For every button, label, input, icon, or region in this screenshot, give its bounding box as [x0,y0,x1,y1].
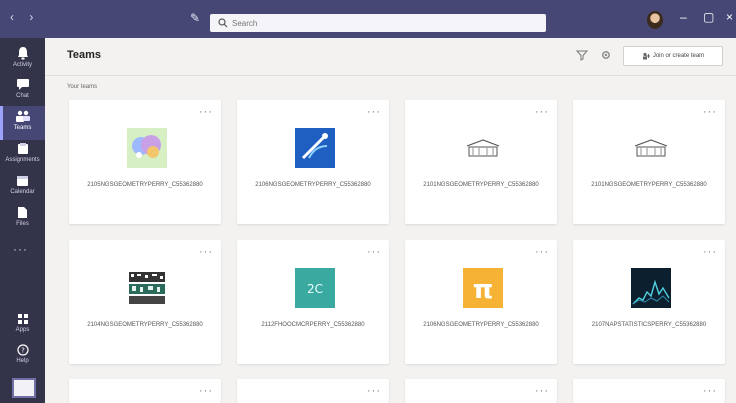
rail-label: Help [16,358,29,364]
rail-label: Assignments [5,157,40,163]
rail-item-help[interactable]: ? Help [8,344,37,370]
tile-initials: 2C [307,282,323,296]
team-card[interactable]: ··· [69,379,221,403]
team-name: 2104NGSGEOMETRYPERRY_C55362880 [87,322,203,328]
close-icon[interactable]: × [726,10,733,24]
more-options-icon[interactable]: ··· [199,106,213,118]
compose-icon[interactable]: ✎ [190,11,206,25]
maximize-icon[interactable]: ▢ [703,10,714,24]
rail-item-teams[interactable]: Teams [0,106,45,140]
team-card[interactable]: ··· [237,379,389,403]
rail-item-files[interactable]: Files [0,202,45,236]
rail-label: Chat [16,93,29,99]
history-nav[interactable]: ‹ › [10,10,39,24]
team-card[interactable]: ··· 2107NAPSTATISTICSPERRY_C55362880 [573,240,725,364]
team-card[interactable]: ··· π 2106NGSGEOMETRYPERRY_C55362880 [405,240,557,364]
svg-text:?: ? [21,347,25,355]
rail-label: Apps [15,327,30,333]
team-card[interactable]: ··· 2105NGSGEOMETRYPERRY_C55362880 [69,100,221,224]
more-options-icon[interactable]: ··· [535,385,549,397]
team-name: 2112FHOOCMCRPERRY_C55362880 [261,322,365,328]
geometry-compass-icon [295,128,335,168]
more-options-icon[interactable]: ··· [367,385,381,397]
rail-label: Calendar [10,189,35,195]
pi-glyph: π [473,275,494,305]
filter-icon[interactable] [576,49,588,61]
avatar[interactable] [647,11,663,29]
more-options-icon[interactable]: ··· [535,106,549,118]
more-options-icon[interactable]: ··· [703,246,717,258]
school-building-icon [463,128,503,168]
team-name: 2106NGSGEOMETRYPERRY_C55362880 [255,182,371,188]
rail-item-calendar[interactable]: Calendar [0,170,45,204]
rail-item-assignments[interactable]: Assignments [0,138,45,172]
team-name: 2105NGSGEOMETRYPERRY_C55362880 [87,182,203,188]
teams-icon [15,110,30,122]
more-options-icon[interactable]: ··· [703,385,717,397]
bell-icon [17,47,28,60]
section-label: Your teams [67,84,98,90]
app-rail: Activity Chat Teams Assignments Calendar… [0,38,45,403]
brain-thought-icon [127,128,167,168]
more-options-icon[interactable]: ··· [367,106,381,118]
more-options-icon[interactable]: ··· [703,106,717,118]
team-name: 2107NAPSTATISTICSPERRY_C55362880 [591,322,707,328]
rail-item-activity[interactable]: Activity [0,42,45,76]
join-or-create-team-button[interactable]: Join or create team [623,46,723,66]
team-card[interactable]: ··· [573,379,725,403]
team-name: 2106NGSGEOMETRYPERRY_C55362880 [423,322,539,328]
selection-indicator [0,106,3,140]
join-team-icon [642,52,650,60]
more-options-icon[interactable]: ··· [199,385,213,397]
title-bar: ‹ › ✎ – ▢ × [0,0,736,38]
assignments-icon [17,143,28,154]
rail-item-chat[interactable]: Chat [0,74,45,108]
teams-app: ‹ › ✎ – ▢ × Activity Chat Teams Ass [0,0,736,403]
pi-icon: π [463,268,503,308]
rail-item-apps[interactable]: Apps [8,313,37,339]
main-content: Teams Join or create team Your teams ··· [45,38,736,403]
rail-label: Files [16,221,29,227]
join-button-label: Join or create team [652,53,705,59]
files-icon [18,207,27,218]
school-building-icon [631,128,671,168]
more-apps-icon[interactable]: ··· [13,242,28,256]
device-icon[interactable] [12,378,36,398]
help-icon: ? [16,344,29,356]
team-card[interactable]: ··· [405,379,557,403]
team-card[interactable]: ··· 2C 2112FHOOCMCRPERRY_C55362880 [237,240,389,364]
rail-label: Activity [12,62,32,68]
more-options-icon[interactable]: ··· [367,246,381,258]
team-name: 2101NGSGEOMETRYPERRY_C55362880 [423,182,539,188]
more-options-icon[interactable]: ··· [535,246,549,258]
teams-grid: ··· 2105NGSGEOMETRYPERRY_C55362880 ··· 2… [69,100,729,403]
apps-icon [17,314,28,324]
team-name: 2101NGSGEOMETRYPERRY_C55362880 [591,182,707,188]
team-card[interactable]: ··· 2104NGSGEOMETRYPERRY_C55362880 [69,240,221,364]
team-card[interactable]: ··· 2101NGSGEOMETRYPERRY_C55362880 [405,100,557,224]
rail-label: Teams [13,125,32,131]
more-options-icon[interactable]: ··· [199,246,213,258]
chat-icon [16,79,29,90]
team-card[interactable]: ··· 2106NGSGEOMETRYPERRY_C55362880 [237,100,389,224]
calendar-icon [17,176,28,186]
teams-header: Teams Join or create team [45,38,736,76]
minimize-icon[interactable]: – [680,10,687,24]
team-initials-tile: 2C [295,268,335,308]
team-card[interactable]: ··· 2101NGSGEOMETRYPERRY_C55362880 [573,100,725,224]
search-icon [216,16,230,30]
search-box[interactable] [210,14,546,32]
gear-icon[interactable] [600,49,612,61]
statistics-chart-icon [631,268,671,308]
search-input[interactable] [230,17,534,29]
page-title: Teams [67,49,102,61]
qr-pattern-icon [127,268,167,308]
